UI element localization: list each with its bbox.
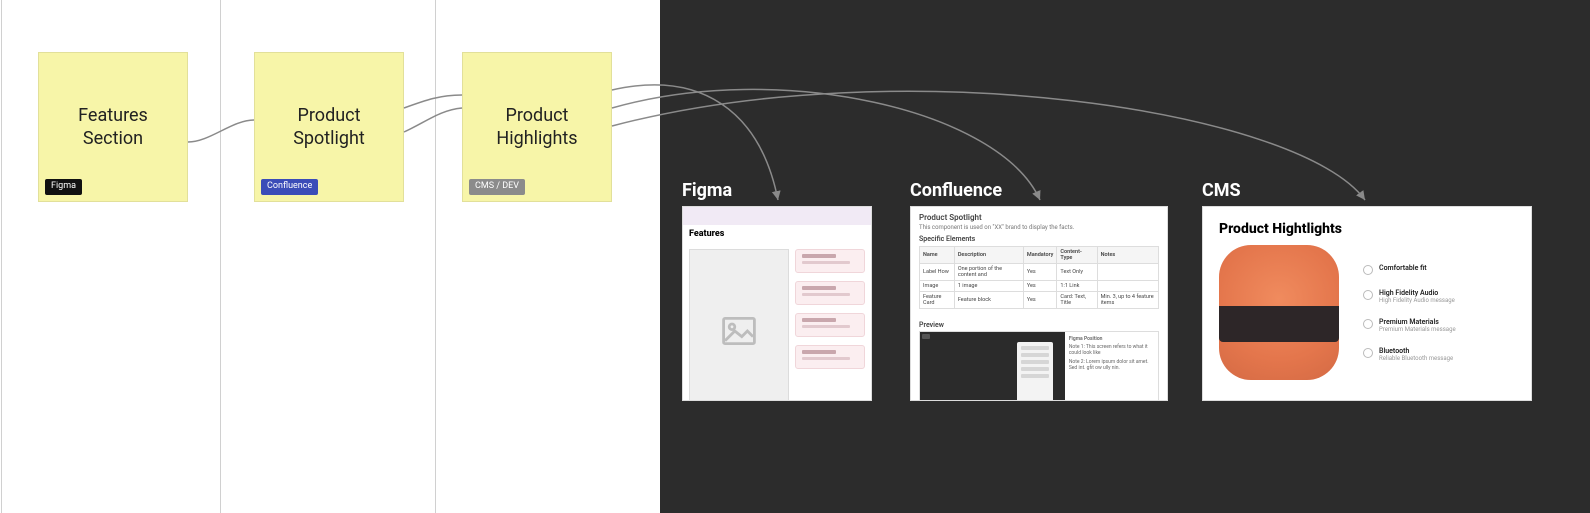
conf-td: Min. 3, up to 4 feature items	[1097, 292, 1158, 309]
conf-th: Description	[954, 247, 1023, 264]
table-row: Feature CardFeature blockYesCard: Text, …	[920, 292, 1159, 309]
cms-heading: Product Hightlights	[1219, 221, 1515, 237]
figma-thumb-topbar	[683, 207, 871, 225]
sticky-product-spotlight[interactable]: Product Spotlight Confluence	[254, 52, 404, 202]
conf-float-panel	[1017, 342, 1053, 401]
panel-title-figma: Figma	[682, 180, 732, 201]
cms-feature-item: Premium MaterialsPremium Materials messa…	[1363, 318, 1515, 333]
sticky-features-section[interactable]: Features Section Figma	[38, 52, 188, 202]
sticky-product-highlights[interactable]: Product Highlights CMS / DEV	[462, 52, 612, 202]
conf-th: Notes	[1097, 247, 1158, 264]
conf-td: Card: Text, Title	[1057, 292, 1097, 309]
conf-td: Feature block	[954, 292, 1023, 309]
cms-feature-sub: High Fidelity Audio message	[1379, 297, 1455, 304]
panel-title-confluence: Confluence	[910, 180, 1002, 201]
col-divider	[435, 0, 436, 513]
feature-item	[795, 313, 865, 337]
cms-feature-title: Bluetooth	[1379, 347, 1453, 355]
conf-td: One portion of the content and	[954, 264, 1023, 281]
image-placeholder	[689, 249, 789, 401]
feature-icon	[1363, 265, 1373, 275]
panel-title-cms: CMS	[1202, 180, 1241, 201]
conf-td: Feature Card	[920, 292, 955, 309]
conf-doc-subtitle: This component is used on "XX" brand to …	[919, 224, 1159, 231]
conf-td: Label How	[920, 264, 955, 281]
image-icon	[721, 317, 757, 345]
feature-item	[795, 281, 865, 305]
sticky-label: Product Spotlight	[293, 104, 365, 151]
cms-feature-title: Comfortable fit	[1379, 264, 1427, 272]
conf-preview-label: Preview	[911, 315, 1167, 331]
feature-item	[795, 345, 865, 369]
conf-sidenote-title: Figma Position	[1069, 336, 1154, 342]
cms-feature-item: Comfortable fit	[1363, 264, 1515, 275]
feature-item	[795, 249, 865, 273]
conf-table: NameDescriptionMandatoryContent-TypeNote…	[919, 246, 1159, 309]
table-row: Label HowOne portion of the content andY…	[920, 264, 1159, 281]
cms-feature-sub: Premium Materials message	[1379, 326, 1456, 333]
sticky-label: Features Section	[78, 104, 148, 151]
feature-icon	[1363, 348, 1373, 358]
conf-td: Yes	[1023, 264, 1057, 281]
cms-feature-item: High Fidelity AudioHigh Fidelity Audio m…	[1363, 289, 1515, 304]
sticky-tag-figma: Figma	[45, 179, 82, 195]
sticky-label: Product Highlights	[496, 104, 577, 151]
cms-feature-title: High Fidelity Audio	[1379, 289, 1455, 297]
conf-preview-area: Figma Position Note 1: This screen refer…	[919, 331, 1159, 401]
conf-td	[1097, 281, 1158, 292]
cms-thumbnail[interactable]: Product Hightlights Comfortable fit High …	[1202, 206, 1532, 401]
conf-sidenote-body: Note 1: This screen refers to what it co…	[1069, 344, 1154, 356]
sticky-tag-cms: CMS / DEV	[469, 179, 525, 195]
confluence-thumbnail[interactable]: Product Spotlight This component is used…	[910, 206, 1168, 401]
conf-td: Yes	[1023, 281, 1057, 292]
conf-sidenote-body2: Note 2: Lorem ipsum dolor sit amet. Sed …	[1069, 359, 1154, 371]
feature-icon	[1363, 290, 1373, 300]
figma-thumbnail[interactable]: Features	[682, 206, 872, 401]
conf-td	[1097, 264, 1158, 281]
col-divider	[220, 0, 221, 513]
figma-thumb-heading: Features	[683, 225, 871, 243]
conf-td: Text Only	[1057, 264, 1097, 281]
conf-td: 1:1 Link	[1057, 281, 1097, 292]
conf-section-title: Specific Elements	[919, 235, 1159, 243]
product-image	[1219, 245, 1339, 380]
cms-feature-item: BluetoothReliable Bluetooth message	[1363, 347, 1515, 362]
conf-doc-title: Product Spotlight	[919, 213, 1159, 222]
conf-th: Name	[920, 247, 955, 264]
cms-feature-sub: Reliable Bluetooth message	[1379, 355, 1453, 362]
cms-feature-title: Premium Materials	[1379, 318, 1456, 326]
conf-th: Mandatory	[1023, 247, 1057, 264]
conf-td: Yes	[1023, 292, 1057, 309]
conf-td: 1 image	[954, 281, 1023, 292]
col-divider	[1, 0, 2, 513]
table-row: Image1 imageYes1:1 Link	[920, 281, 1159, 292]
conf-th: Content-Type	[1057, 247, 1097, 264]
conf-td: Image	[920, 281, 955, 292]
feature-icon	[1363, 319, 1373, 329]
sticky-tag-confluence: Confluence	[261, 179, 318, 195]
